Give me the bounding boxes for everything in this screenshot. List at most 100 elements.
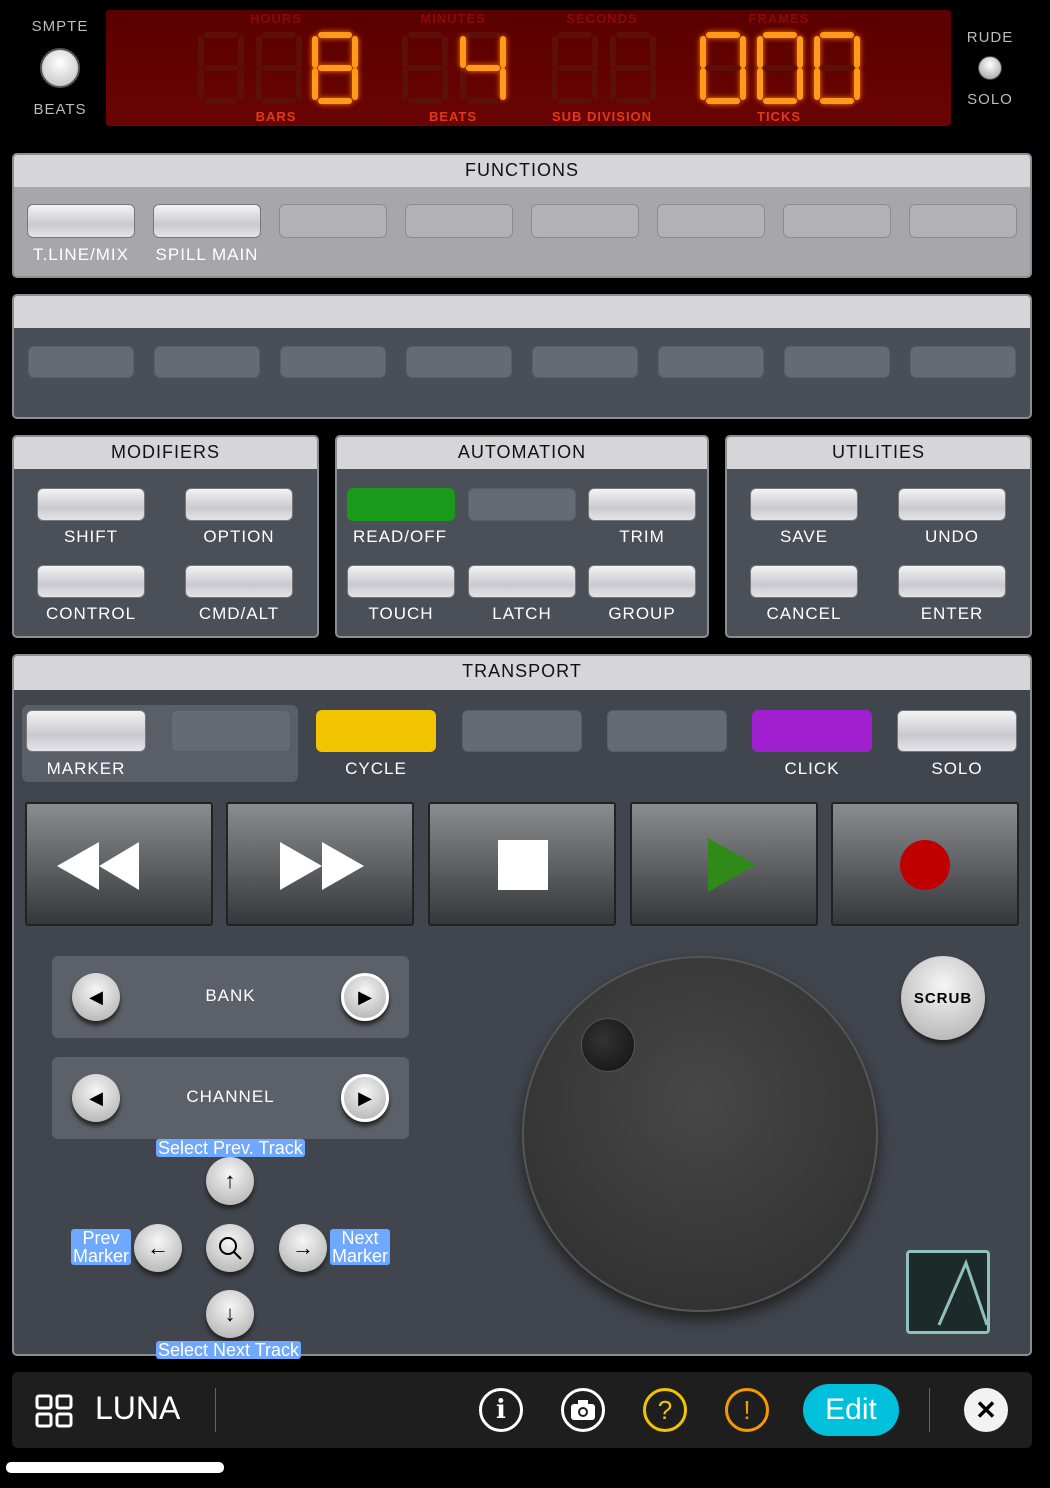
arrow-up-icon: ↑ [224,1168,236,1193]
modifier-button-option[interactable] [185,488,293,521]
function-button-7[interactable] [783,204,891,238]
arrow-left-icon: ← [147,1235,169,1260]
segment [763,32,797,38]
function-button-5[interactable] [531,204,639,238]
utility-label: ENTER [920,604,984,623]
transport-button-blank[interactable] [171,710,291,752]
transport-button-click[interactable] [752,710,872,752]
bank-right-button[interactable]: ▶ [341,973,389,1021]
camera-button[interactable] [561,1388,605,1432]
utility-button-cancel[interactable] [750,565,858,598]
help-button[interactable]: ? [643,1388,687,1432]
automation-button-touch[interactable] [347,565,455,598]
scroll-indicator[interactable] [6,1462,224,1473]
segment [616,98,650,104]
automation-button-group[interactable] [588,565,696,598]
utility-button-enter[interactable] [898,565,1006,598]
segment [312,68,318,100]
rewind-button[interactable] [25,802,213,926]
zoom-button[interactable] [206,1224,254,1272]
automation-button-blank[interactable] [468,488,576,521]
exclamation-icon: ! [743,1394,751,1425]
edit-button[interactable]: Edit [803,1384,899,1436]
segment [650,36,656,68]
function-button-3[interactable] [279,204,387,238]
bank-left-button[interactable]: ◀ [72,973,120,1021]
modifier-button-control[interactable] [37,565,145,598]
segment [854,68,860,100]
function-button-1[interactable] [27,204,135,238]
play-button[interactable] [630,802,818,926]
utility-button-save[interactable] [750,488,858,521]
secondary-button-7[interactable] [784,346,890,378]
up-button[interactable]: ↑ [206,1157,254,1205]
smpte-beats-toggle[interactable] [40,48,80,88]
triangle-right-icon: ▶ [358,1087,372,1108]
utility-label: SAVE [779,527,829,546]
utility-label: CANCEL [766,604,842,623]
alert-button[interactable]: ! [725,1388,769,1432]
channel-left-button[interactable]: ◀ [72,1074,120,1122]
transport-label: SOLO [931,759,983,778]
segment [402,36,408,68]
function-button-2[interactable] [153,204,261,238]
function-button-6[interactable] [657,204,765,238]
transport-button-marker[interactable] [26,710,146,752]
automation-button-latch[interactable] [468,565,576,598]
segment [204,32,238,38]
secondary-button-4[interactable] [406,346,512,378]
function-button-label: SPILL MAIN [155,245,259,264]
segment [558,98,592,104]
secondary-button-3[interactable] [280,346,386,378]
segment [592,36,598,68]
transport-button-solo[interactable] [897,710,1017,752]
record-button[interactable] [831,802,1019,926]
scrub-button[interactable]: SCRUB [901,956,985,1040]
next-marker-tag: Next Marker [330,1228,390,1266]
segment [740,68,746,100]
seven-segment-digit [312,32,358,104]
segment [466,98,500,104]
automation-button-readoff[interactable] [347,488,455,521]
utility-label: UNDO [924,527,980,546]
automation-label: TRIM [619,527,665,546]
grid-icon[interactable] [35,1394,75,1428]
secondary-button-2[interactable] [154,346,260,378]
modifier-button-shift[interactable] [37,488,145,521]
segment [797,36,803,68]
jog-wheel[interactable] [522,956,878,1312]
info-button[interactable]: i [479,1388,523,1432]
segment [262,98,296,104]
segment [408,65,442,71]
transport-button-cycle[interactable] [316,710,436,752]
close-button[interactable]: ✕ [964,1388,1008,1432]
rewind-icon [57,842,139,890]
segment [616,32,650,38]
lambda-logo-icon [937,1258,989,1326]
segment [262,32,296,38]
rude-solo-indicator[interactable] [978,56,1002,80]
secondary-button-5[interactable] [532,346,638,378]
utilities-title: UTILITIES [727,437,1030,469]
secondary-button-8[interactable] [910,346,1016,378]
automation-button-trim[interactable] [588,488,696,521]
function-button-8[interactable] [909,204,1017,238]
fast-forward-icon [280,842,364,890]
left-button[interactable]: ← [134,1224,182,1272]
modifier-button-cmdalt[interactable] [185,565,293,598]
fast-forward-button[interactable] [226,802,414,926]
seven-segment-digit [256,32,302,104]
down-button[interactable]: ↓ [206,1290,254,1338]
channel-right-button[interactable]: ▶ [341,1074,389,1122]
function-button-4[interactable] [405,204,513,238]
right-button[interactable]: → [279,1224,327,1272]
utility-button-undo[interactable] [898,488,1006,521]
secondary-button-1[interactable] [28,346,134,378]
stop-button[interactable] [428,802,616,926]
transport-button-blank[interactable] [462,710,582,752]
prev-marker-tag: Prev Marker [71,1228,131,1266]
segment [204,98,238,104]
secondary-button-6[interactable] [658,346,764,378]
transport-button-blank[interactable] [607,710,727,752]
luna-logo-button[interactable] [906,1250,990,1334]
